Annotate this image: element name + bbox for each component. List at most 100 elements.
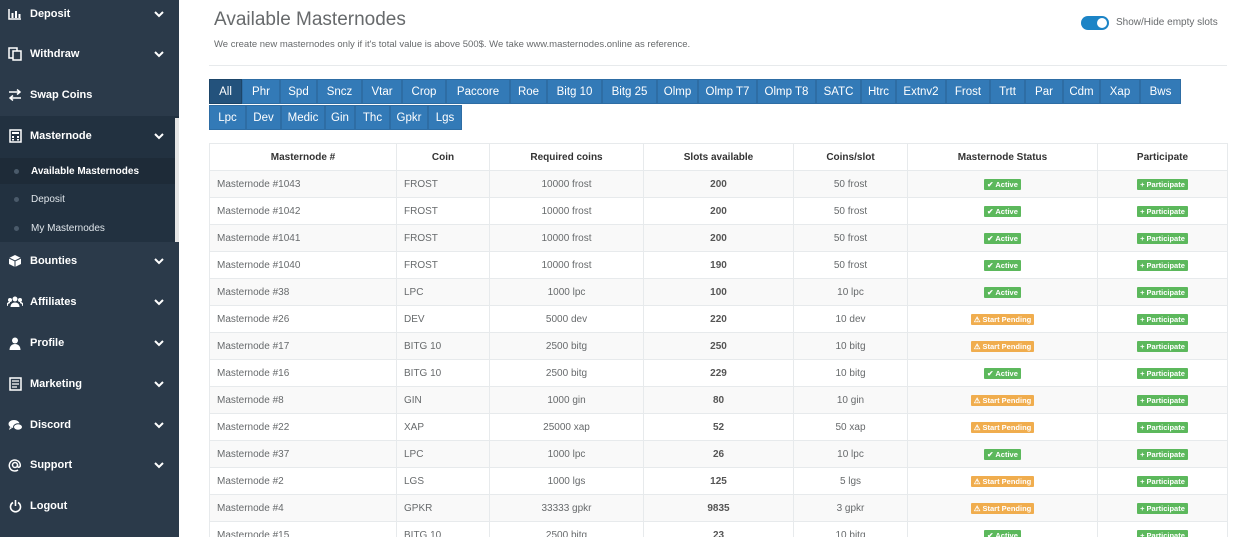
sidebar-item-profile[interactable]: Profile <box>0 323 179 363</box>
warning-icon: ⚠ <box>973 476 981 486</box>
filter-button-htrc[interactable]: Htrc <box>861 79 896 104</box>
masternode-name-cell: Masternode #22 <box>209 413 397 441</box>
coins-per-slot-cell: 10 bitg <box>793 521 908 537</box>
filter-button-satc[interactable]: SATC <box>816 79 861 104</box>
sidebar-item-label: Support <box>30 459 73 471</box>
filter-button-all[interactable]: All <box>209 79 242 104</box>
coins-per-slot-cell: 5 lgs <box>793 467 908 495</box>
filter-button-spd[interactable]: Spd <box>280 79 317 104</box>
show-empty-slots-toggle[interactable] <box>1081 16 1109 30</box>
required-coins-cell: 2500 bitg <box>489 359 644 387</box>
slots-available-cell: 190 <box>643 251 794 279</box>
filter-button-crop[interactable]: Crop <box>402 79 446 104</box>
participate-button[interactable]: + Participate <box>1137 367 1188 379</box>
filter-button-bitg-10[interactable]: Bitg 10 <box>547 79 602 104</box>
check-icon: ✔ <box>987 449 994 459</box>
filter-button-sncz[interactable]: Sncz <box>317 79 362 104</box>
participate-button[interactable]: + Participate <box>1137 421 1188 433</box>
column-header[interactable]: Coin <box>396 143 490 171</box>
column-header[interactable]: Masternode Status <box>907 143 1098 171</box>
plus-icon: + <box>1140 179 1145 189</box>
participate-button[interactable]: + Participate <box>1137 502 1188 514</box>
filter-button-bitg-25[interactable]: Bitg 25 <box>602 79 657 104</box>
filter-button-dev[interactable]: Dev <box>246 105 281 130</box>
status-label: Active <box>995 260 1018 270</box>
coin-cell: BITG 10 <box>396 359 490 387</box>
sidebar-item-bounties[interactable]: Bounties <box>0 241 179 281</box>
status-cell: ✔ Active <box>907 251 1098 279</box>
filter-button-thc[interactable]: Thc <box>355 105 390 130</box>
sidebar-item-affiliates[interactable]: Affiliates <box>0 282 179 322</box>
filter-button-lgs[interactable]: Lgs <box>428 105 462 130</box>
filter-button-gpkr[interactable]: Gpkr <box>390 105 428 130</box>
filter-button-medic[interactable]: Medic <box>281 105 325 130</box>
participate-button[interactable]: + Participate <box>1137 178 1188 190</box>
participate-button[interactable]: + Participate <box>1137 313 1188 325</box>
user-icon <box>7 335 23 351</box>
sidebar-item-masternode[interactable]: Masternode <box>0 116 179 156</box>
participate-button[interactable]: + Participate <box>1137 286 1188 298</box>
filter-button-vtar[interactable]: Vtar <box>362 79 402 104</box>
participate-button[interactable]: + Participate <box>1137 232 1188 244</box>
participate-button[interactable]: + Participate <box>1137 448 1188 460</box>
users-icon <box>7 294 23 310</box>
sidebar-item-marketing[interactable]: Marketing <box>0 364 179 404</box>
participate-cell: + Participate <box>1097 494 1228 522</box>
filter-button-olmp-t7[interactable]: Olmp T7 <box>698 79 757 104</box>
filter-button-olmp[interactable]: Olmp <box>657 79 698 104</box>
column-header[interactable]: Coins/slot <box>793 143 908 171</box>
participate-label: Participate <box>1146 530 1185 537</box>
sidebar-item-withdraw[interactable]: Withdraw <box>0 34 179 74</box>
filter-button-bws[interactable]: Bws <box>1140 79 1181 104</box>
column-header[interactable]: Masternode # <box>209 143 397 171</box>
participate-cell: + Participate <box>1097 197 1228 225</box>
submenu-item-my-masternodes[interactable]: My Masternodes <box>0 215 175 241</box>
filter-button-gin[interactable]: Gin <box>325 105 355 130</box>
submenu-item-deposit[interactable]: Deposit <box>0 186 175 212</box>
filter-button-par[interactable]: Par <box>1025 79 1063 104</box>
masternode-name-cell: Masternode #1043 <box>209 170 397 198</box>
document-icon <box>7 376 23 392</box>
filter-button-trtt[interactable]: Trtt <box>990 79 1025 104</box>
filter-button-roe[interactable]: Roe <box>510 79 547 104</box>
participate-button[interactable]: + Participate <box>1137 340 1188 352</box>
status-badge: ✔ Active <box>984 259 1021 271</box>
sidebar-item-support[interactable]: Support <box>0 445 179 485</box>
sidebar-item-logout[interactable]: Logout <box>0 486 179 526</box>
filter-button-frost[interactable]: Frost <box>946 79 990 104</box>
toggle-knob <box>1097 18 1107 28</box>
column-header[interactable]: Required coins <box>489 143 644 171</box>
column-header[interactable]: Slots available <box>643 143 794 171</box>
participate-button[interactable]: + Participate <box>1137 394 1188 406</box>
filter-button-olmp-t8[interactable]: Olmp T8 <box>757 79 816 104</box>
filter-button-cdm[interactable]: Cdm <box>1063 79 1100 104</box>
table-row: Masternode #8 GIN 1000 gin 80 10 gin ⚠ Start P… <box>209 386 1228 414</box>
check-icon: ✔ <box>987 233 994 243</box>
sidebar-item-discord[interactable]: Discord <box>0 405 179 445</box>
bar-chart-icon <box>7 6 23 22</box>
check-icon: ✔ <box>987 287 994 297</box>
filter-button-phr[interactable]: Phr <box>242 79 280 104</box>
chevron-down-icon <box>153 130 165 142</box>
filter-button-xap[interactable]: Xap <box>1100 79 1140 104</box>
required-coins-cell: 10000 frost <box>489 197 644 225</box>
status-label: Start Pending <box>982 503 1032 513</box>
filter-button-paccore[interactable]: Paccore <box>446 79 510 104</box>
filter-button-extnv2[interactable]: Extnv2 <box>896 79 946 104</box>
participate-button[interactable]: + Participate <box>1137 529 1188 537</box>
filter-button-lpc[interactable]: Lpc <box>209 105 246 130</box>
participate-button[interactable]: + Participate <box>1137 259 1188 271</box>
sidebar-item-deposit[interactable]: Deposit <box>0 0 179 34</box>
page-title: Available Masternodes <box>214 9 406 30</box>
participate-label: Participate <box>1146 503 1185 513</box>
sidebar-item-label: Masternode <box>30 130 92 142</box>
participate-button[interactable]: + Participate <box>1137 205 1188 217</box>
participate-button[interactable]: + Participate <box>1137 475 1188 487</box>
column-header[interactable]: Participate <box>1097 143 1228 171</box>
sidebar-item-swap-coins[interactable]: Swap Coins <box>0 75 179 115</box>
coin-cell: LPC <box>396 278 490 306</box>
status-label: Active <box>995 179 1018 189</box>
status-badge: ✔ Active <box>984 232 1021 244</box>
participate-label: Participate <box>1146 395 1185 405</box>
submenu-item-available-masternodes[interactable]: Available Masternodes <box>0 158 175 184</box>
